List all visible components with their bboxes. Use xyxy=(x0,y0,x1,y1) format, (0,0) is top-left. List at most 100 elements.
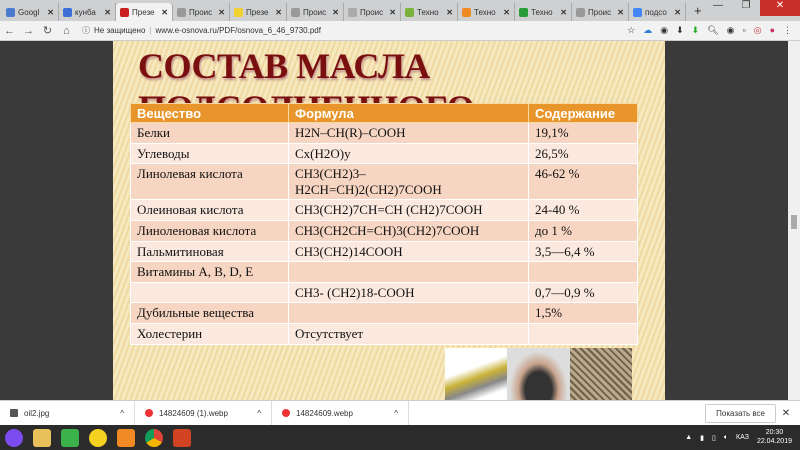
content-cell: 1,5% xyxy=(528,302,638,324)
close-tab-icon[interactable]: ✕ xyxy=(560,8,567,17)
table-row: Линолевая кислота CH3(CH2)3– H2CH=CH)2(CH… xyxy=(130,163,638,201)
formula-cell: CH3(CH2)7CH=CH (CH2)7COOH xyxy=(288,199,529,221)
browser-tab[interactable]: Проис ✕ xyxy=(572,3,629,21)
content-cell: до 1 % xyxy=(528,219,638,242)
browser-tab[interactable]: Googl ✕ xyxy=(2,3,59,21)
bookmark-star-icon[interactable]: ☆ xyxy=(627,25,635,36)
table-row: Углеводы Cx(H2O)y 26,5% xyxy=(130,142,638,165)
browser-tab[interactable]: Техно ✕ xyxy=(401,3,458,21)
browser-tab[interactable]: Презе ✕ xyxy=(230,3,287,21)
formula-cell: Cx(H2O)y xyxy=(288,142,529,165)
favicon-icon xyxy=(462,7,471,17)
browser-tab[interactable]: кунба ✕ xyxy=(59,3,116,21)
minimize-button[interactable]: — xyxy=(704,0,732,16)
chevron-up-icon[interactable]: ^ xyxy=(394,409,398,418)
table-row: Холестерин Отсутствует xyxy=(130,322,638,345)
media-player-icon[interactable] xyxy=(117,428,135,447)
divider: | xyxy=(149,26,152,35)
favicon-icon xyxy=(348,7,357,17)
browser-tab[interactable]: Техно ✕ xyxy=(515,3,572,21)
menu-icon[interactable]: ⋮ xyxy=(783,25,792,36)
search-icon[interactable]: 🔍︎ xyxy=(707,25,718,36)
back-button[interactable]: ← xyxy=(0,25,19,37)
close-tab-icon[interactable]: ✕ xyxy=(389,8,396,17)
substance-cell: Линоленовая кислота xyxy=(130,219,289,242)
close-tab-icon[interactable]: ✕ xyxy=(218,8,225,17)
battery-icon[interactable]: ▯ xyxy=(712,434,716,442)
tray-expand-icon[interactable]: ▲ xyxy=(685,434,692,441)
tab-label: Техно xyxy=(531,7,553,17)
scrollbar[interactable] xyxy=(788,41,800,400)
formula-cell: CH3(CH2)14COOH xyxy=(288,240,529,263)
download-filename: oil2.jpg xyxy=(24,408,50,418)
substance-cell: Углеводы xyxy=(130,142,289,165)
browser-tab[interactable]: Техно ✕ xyxy=(458,3,515,21)
browser-tab[interactable]: Проис ✕ xyxy=(287,3,344,21)
cloud-extension-icon[interactable]: ☁ xyxy=(643,25,652,36)
target-extension-icon[interactable]: ◎ xyxy=(754,25,762,36)
network-icon[interactable]: ▮ xyxy=(700,434,704,442)
new-tab-button[interactable]: + xyxy=(694,3,702,21)
close-tab-icon[interactable]: ✕ xyxy=(617,8,624,17)
maximize-button[interactable]: ❐ xyxy=(732,0,760,16)
close-download-bar-icon[interactable]: ✕ xyxy=(776,408,796,419)
close-tab-icon[interactable]: ✕ xyxy=(47,8,54,17)
zoom-extension-icon[interactable]: ▫ xyxy=(743,25,746,36)
download-item[interactable]: oil2.jpg ^ xyxy=(0,400,135,426)
tab-label: подсо xyxy=(645,7,667,17)
green-download-icon[interactable]: ⬇ xyxy=(692,25,700,36)
download-item[interactable]: 14824609 (1).webp ^ xyxy=(135,400,272,426)
volume-icon[interactable]: 🔈︎ xyxy=(724,434,728,442)
download-filename: 14824609 (1).webp xyxy=(159,408,228,418)
composition-table: Вещество Формула Содержание Белки H2N–CH(… xyxy=(130,103,638,345)
substance-cell: Олеиновая кислота xyxy=(130,199,289,221)
close-tab-icon[interactable]: ✕ xyxy=(104,8,111,17)
close-window-button[interactable]: ✕ xyxy=(760,0,800,16)
powerpoint-icon[interactable] xyxy=(173,428,191,447)
url-text[interactable]: www.e-osnova.ru/PDF/osnova_6_46_9730.pdf xyxy=(156,26,321,35)
close-tab-icon[interactable]: ✕ xyxy=(674,8,681,17)
slide-page: СОСТАВ МАСЛА ПОДСОЛНЕЧНОГО Вещество Форм… xyxy=(113,41,665,400)
browser-tab[interactable]: подсо ✕ xyxy=(629,3,686,21)
tab-label: кунба xyxy=(75,7,96,17)
tab-label: Проис xyxy=(588,7,612,17)
app-a-green-icon[interactable] xyxy=(61,428,79,447)
alice-icon[interactable] xyxy=(5,428,23,447)
favicon-icon xyxy=(6,7,15,17)
close-tab-icon[interactable]: ✕ xyxy=(332,8,339,17)
download-arrow-icon[interactable]: ⬇ xyxy=(676,25,684,36)
language-indicator[interactable]: КАЗ xyxy=(736,434,749,441)
close-tab-icon[interactable]: ✕ xyxy=(446,8,453,17)
profile-avatar[interactable]: ● xyxy=(770,25,775,36)
header-formula: Формула xyxy=(288,103,529,123)
browser-tab[interactable]: Презе ✕ xyxy=(116,3,173,21)
browser-tab[interactable]: Проис ✕ xyxy=(344,3,401,21)
download-item[interactable]: 14824609.webp ^ xyxy=(272,400,409,426)
app-a-yellow-icon[interactable] xyxy=(89,428,107,447)
close-tab-icon[interactable]: ✕ xyxy=(161,8,168,17)
substance-cell: Линолевая кислота xyxy=(130,163,289,201)
reload-button[interactable]: ↻ xyxy=(38,24,57,37)
clock[interactable]: 20:30 22.04.2019 xyxy=(757,429,792,446)
table-row: Пальмитиновая CH3(CH2)14COOH 3,5—6,4 % xyxy=(130,240,638,263)
table-row: Олеиновая кислота CH3(CH2)7CH=CH (CH2)7CO… xyxy=(130,199,638,221)
close-tab-icon[interactable]: ✕ xyxy=(275,8,282,17)
formula-cell: Отсутствует xyxy=(288,322,529,345)
extension-icon[interactable]: ◉ xyxy=(660,25,668,36)
chevron-up-icon[interactable]: ^ xyxy=(257,409,261,418)
close-tab-icon[interactable]: ✕ xyxy=(503,8,510,17)
chrome-icon[interactable] xyxy=(145,428,163,447)
forward-button[interactable]: → xyxy=(19,25,38,37)
file-icon xyxy=(145,409,153,417)
seed-pile-image xyxy=(569,348,632,400)
file-explorer-icon[interactable] xyxy=(33,428,51,447)
address-bar[interactable]: ⓘ Не защищено | www.e-osnova.ru/PDF/osno… xyxy=(82,22,592,39)
scrollbar-thumb[interactable] xyxy=(791,215,797,229)
info-icon[interactable]: ⓘ xyxy=(82,25,90,36)
browser-tab[interactable]: Проис ✕ xyxy=(173,3,230,21)
home-button[interactable]: ⌂ xyxy=(57,25,76,37)
file-icon xyxy=(282,409,290,417)
extension-icon[interactable]: ◉ xyxy=(727,25,735,36)
chevron-up-icon[interactable]: ^ xyxy=(120,409,124,418)
show-all-button[interactable]: Показать все xyxy=(705,403,776,423)
